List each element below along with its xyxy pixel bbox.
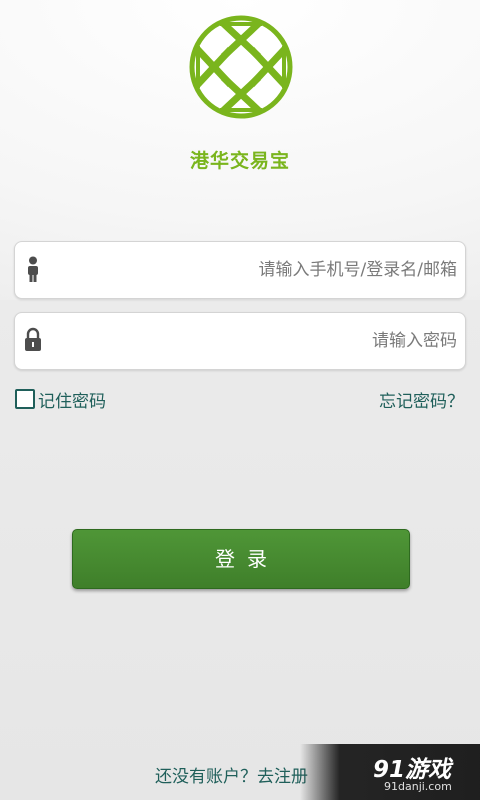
watermark-url: 91danji.com [384, 780, 452, 793]
watermark: 91游戏 91danji.com [300, 744, 480, 800]
password-field[interactable] [14, 312, 466, 370]
remember-password-toggle[interactable]: 记住密码 [15, 386, 106, 412]
username-field[interactable] [14, 241, 466, 299]
brand-name: 港华交易宝 [189, 150, 290, 172]
watermark-brand: 91游戏 [373, 757, 452, 783]
username-input[interactable] [55, 242, 457, 298]
register-link[interactable]: 还没有账户？去注册 [155, 762, 308, 787]
forgot-password-link[interactable]: 忘记密码？ [379, 387, 464, 412]
lock-icon [25, 327, 41, 351]
remember-password-checkbox[interactable] [15, 389, 35, 409]
brand-logo-icon [189, 15, 293, 119]
login-button[interactable]: 登录 [72, 529, 410, 589]
password-input[interactable] [55, 313, 457, 369]
user-icon [28, 256, 38, 282]
remember-password-label: 记住密码 [38, 391, 106, 412]
